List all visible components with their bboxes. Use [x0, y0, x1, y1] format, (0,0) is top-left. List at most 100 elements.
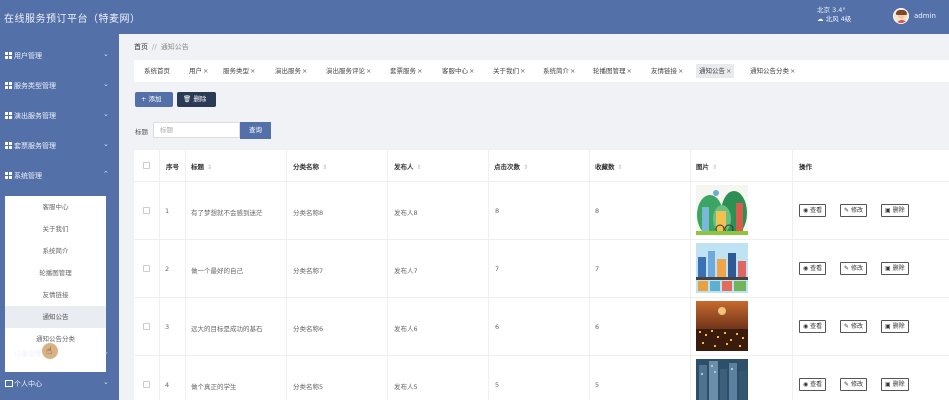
tab-carousel[interactable]: 轮播图管理× — [590, 64, 635, 78]
tab-service-type[interactable]: 服务类型× — [220, 64, 258, 78]
breadcrumb-separator: // — [152, 43, 157, 51]
close-icon: × — [726, 67, 732, 75]
sidebar-item-label: 个人中心 — [14, 380, 42, 388]
column-header-publisher[interactable]: 发布人 ⇕ — [394, 161, 422, 171]
tab-notice-category[interactable]: 通知公告分类× — [747, 64, 798, 78]
search-button[interactable]: 查询 — [240, 122, 271, 139]
column-header-category[interactable]: 分类名称 ⇕ — [293, 161, 327, 171]
close-icon: × — [790, 67, 796, 75]
submenu-item-links[interactable]: 友情链接 — [5, 284, 106, 306]
row-checkbox[interactable] — [143, 207, 150, 214]
sidebar-item-label: 订单管理 — [14, 350, 42, 358]
submenu-item-customer-service[interactable]: 客服中心 — [5, 196, 106, 218]
search-label: 标题 — [135, 128, 148, 136]
sidebar-item-profile[interactable]: 个人中心 ⌄ — [0, 369, 119, 399]
city-skyline-photo — [696, 359, 748, 400]
tab-performance[interactable]: 演出服务× — [272, 64, 310, 78]
grid-icon — [5, 112, 12, 119]
sidebar-item-system[interactable]: 系统管理 ⌃ — [0, 161, 119, 191]
close-icon: × — [417, 67, 423, 75]
tab-links[interactable]: 友情链接× — [648, 64, 686, 78]
table-header: 序号 标题 ⇕ 分类名称 ⇕ 发布人 ⇕ 点击次数 ⇕ 收藏数 ⇕ 图片 ⇕ 操作 — [134, 150, 949, 182]
sidebar-item-user-management[interactable]: 用户管理 ⌄ — [0, 41, 119, 71]
edit-button[interactable]: ✎ 修改 — [840, 204, 867, 217]
row-checkbox[interactable] — [143, 323, 150, 330]
sidebar-item-label: 服务类型管理 — [14, 82, 56, 90]
edit-button[interactable]: ✎ 修改 — [840, 262, 867, 275]
breadcrumb-home[interactable]: 首页 — [134, 43, 148, 51]
edit-button[interactable]: ✎ 修改 — [840, 320, 867, 333]
tab-about[interactable]: 关于我们× — [490, 64, 528, 78]
column-header-title[interactable]: 标题 ⇕ — [191, 161, 212, 171]
cell-clicks: 8 — [495, 207, 500, 215]
submenu-item-intro[interactable]: 系统简介 — [5, 240, 106, 262]
table-row[interactable]: 3 远大的目标是成功的基石 分类名称6 发布人6 6 6 ◉ 查看 ✎ 修改 ▣… — [134, 298, 949, 356]
column-header-favorites[interactable]: 收藏数 ⇕ — [595, 161, 623, 171]
table-row[interactable]: 1 有了梦想就不会感到迷茫 分类名称8 发布人8 8 8 ◉ 查看 ✎ 修改 ▣… — [134, 182, 949, 240]
tabs-bar: 系统首页 用户× 服务类型× 演出服务× 演出服务评论× 套票服务× 客服中心×… — [134, 60, 949, 82]
delete-row-button[interactable]: ▣ 删除 — [881, 320, 909, 333]
search-input[interactable]: 标题 — [153, 122, 240, 138]
cell-no: 2 — [165, 265, 170, 273]
cell-publisher: 发布人8 — [394, 209, 418, 217]
cell-clicks: 6 — [495, 323, 500, 331]
row-checkbox[interactable] — [143, 381, 150, 388]
tab-home[interactable]: 系统首页 — [141, 64, 173, 78]
chevron-down-icon: ⌄ — [103, 140, 109, 148]
tab-performance-comment[interactable]: 演出服务评论× — [323, 64, 374, 78]
sidebar-item-ticket[interactable]: 套票服务管理 ⌄ — [0, 131, 119, 161]
tab-ticket[interactable]: 套票服务× — [387, 64, 425, 78]
tab-notice[interactable]: 通知公告× — [696, 64, 735, 78]
cell-title: 有了梦想就不会感到迷茫 — [191, 209, 263, 217]
submenu-item-carousel[interactable]: 轮播图管理 — [5, 262, 106, 284]
close-icon: × — [366, 67, 372, 75]
edit-button[interactable]: ✎ 修改 — [840, 378, 867, 391]
username[interactable]: admin — [914, 12, 936, 20]
submenu-item-notice[interactable]: 通知公告 — [5, 306, 106, 328]
sidebar-item-orders[interactable]: 订单管理 ⌄ — [0, 339, 119, 369]
green-city-illustration — [696, 185, 748, 235]
trash-icon: 🗑 — [183, 95, 192, 103]
delete-button[interactable]: 🗑 删除 — [177, 92, 216, 107]
column-header-image[interactable]: 图片 ⇕ — [696, 161, 717, 171]
sidebar: 用户管理 ⌄ 服务类型管理 ⌄ 演出服务管理 ⌄ 套票服务管理 ⌄ 系统管理 ⌃… — [0, 34, 119, 400]
edit-icon: ✎ — [844, 323, 850, 330]
cell-no: 1 — [165, 207, 170, 215]
delete-row-button[interactable]: ▣ 删除 — [881, 378, 909, 391]
sort-icon: ⇕ — [617, 164, 623, 171]
tab-customer-service[interactable]: 客服中心× — [439, 64, 477, 78]
view-button[interactable]: ◉ 查看 — [799, 320, 827, 333]
view-button[interactable]: ◉ 查看 — [799, 378, 827, 391]
user-icon — [5, 380, 13, 387]
view-button[interactable]: ◉ 查看 — [799, 204, 827, 217]
table-row[interactable]: 2 做一个最好的自己 分类名称7 发布人7 7 7 ◉ 查看 ✎ 修改 ▣ 删除 — [134, 240, 949, 298]
submenu-item-about[interactable]: 关于我们 — [5, 218, 106, 240]
sort-icon: ⇕ — [712, 164, 718, 171]
cell-publisher: 发布人7 — [394, 267, 418, 275]
column-header-clicks[interactable]: 点击次数 ⇕ — [494, 161, 528, 171]
column-header-no: 序号 — [166, 163, 179, 171]
table-row[interactable]: 4 做个真正的学生 分类名称5 发布人5 5 5 ◉ 查看 ✎ 修改 ▣ 删除 — [134, 356, 949, 400]
sidebar-item-service-type[interactable]: 服务类型管理 ⌄ — [0, 71, 119, 101]
delete-row-button[interactable]: ▣ 删除 — [881, 262, 909, 275]
select-all-checkbox[interactable] — [143, 162, 150, 169]
edit-icon: ✎ — [844, 207, 850, 214]
avatar[interactable] — [893, 8, 909, 24]
sort-icon: ⇕ — [523, 164, 529, 171]
view-button[interactable]: ◉ 查看 — [799, 262, 827, 275]
cell-favorites: 8 — [595, 207, 600, 215]
delete-row-button[interactable]: ▣ 删除 — [881, 204, 909, 217]
tab-user[interactable]: 用户× — [186, 64, 211, 78]
trash-icon: ▣ — [885, 323, 891, 330]
trash-icon: ▣ — [885, 381, 891, 388]
add-button[interactable]: + 添加 — [135, 92, 173, 107]
cell-category: 分类名称7 — [293, 267, 324, 275]
close-icon: × — [520, 67, 526, 75]
eye-icon: ◉ — [803, 381, 809, 388]
tab-intro[interactable]: 系统简介× — [540, 64, 578, 78]
sidebar-item-performance[interactable]: 演出服务管理 ⌄ — [0, 101, 119, 131]
sidebar-item-label: 用户管理 — [14, 52, 42, 60]
row-checkbox[interactable] — [143, 265, 150, 272]
cell-category: 分类名称6 — [293, 325, 324, 333]
edit-icon: ✎ — [844, 381, 850, 388]
